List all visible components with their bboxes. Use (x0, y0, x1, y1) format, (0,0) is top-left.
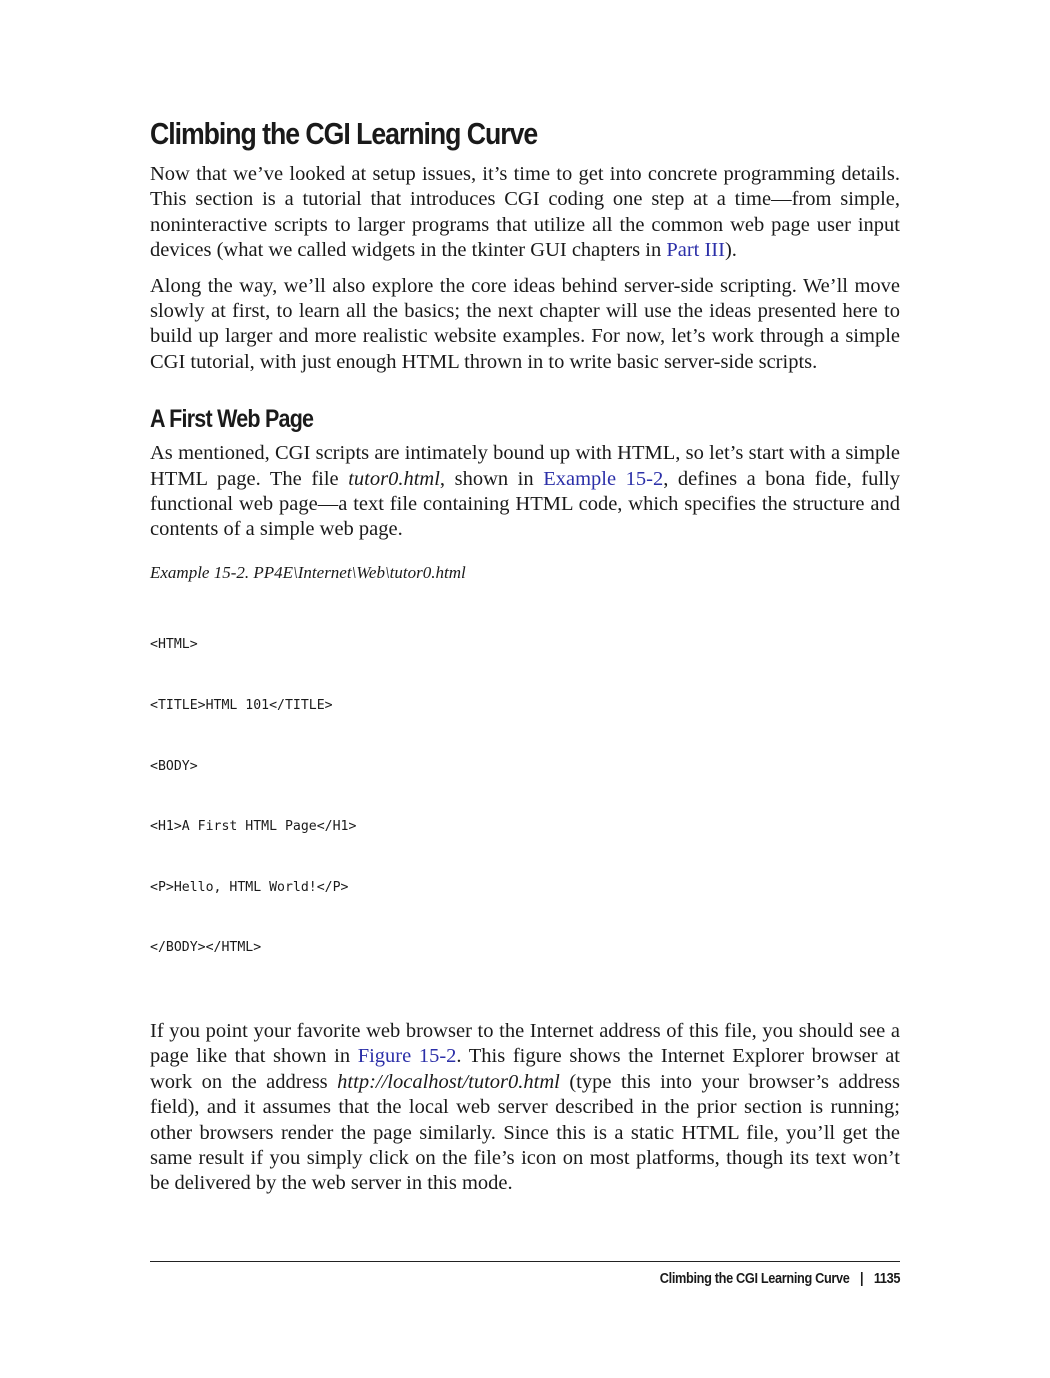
part-iii-link[interactable]: Part III (666, 239, 725, 261)
code-line: <P>Hello, HTML World!</P> (150, 879, 349, 895)
example-15-2-link[interactable]: Example 15-2 (543, 468, 663, 490)
localhost-url: http://localhost/tutor0.html (337, 1070, 560, 1093)
code-listing: <HTML> <TITLE>HTML 101</TITLE> <BODY> <H… (150, 595, 900, 999)
figure-15-2-link[interactable]: Figure 15-2 (358, 1045, 457, 1067)
code-line: </BODY></HTML> (150, 940, 262, 956)
page-body: Climbing the CGI Learning Curve Now that… (150, 112, 900, 1207)
first-page-text-2: , shown in (439, 467, 544, 490)
browser-paragraph: If you point your favorite web browser t… (150, 1019, 900, 1197)
page-footer: Climbing the CGI Learning Curve | 1135 (659, 1271, 901, 1287)
intro-paragraph: Now that we’ve looked at setup issues, i… (150, 162, 900, 264)
intro-paragraph-text: Now that we’ve looked at setup issues, i… (150, 163, 900, 262)
section-heading: Climbing the CGI Learning Curve (150, 116, 538, 151)
page-number: 1135 (873, 1271, 901, 1287)
subsection-heading: A First Web Page (150, 405, 314, 434)
example-caption: Example 15-2. PP4E\Internet\Web\tutor0.h… (150, 562, 466, 582)
first-page-paragraph: As mentioned, CGI scripts are intimately… (150, 441, 900, 543)
intro-paragraph-tail: ). (724, 239, 737, 262)
footer-separator: | (859, 1271, 864, 1287)
code-line: <H1>A First HTML Page</H1> (150, 819, 357, 835)
code-line: <BODY> (150, 758, 198, 774)
overview-paragraph: Along the way, we’ll also explore the co… (150, 274, 900, 373)
code-line: <HTML> (150, 637, 198, 653)
code-line: <TITLE>HTML 101</TITLE> (150, 697, 333, 713)
filename-tutor0: tutor0.html (348, 467, 440, 490)
running-title: Climbing the CGI Learning Curve (659, 1271, 850, 1287)
footer-divider (150, 1261, 900, 1262)
